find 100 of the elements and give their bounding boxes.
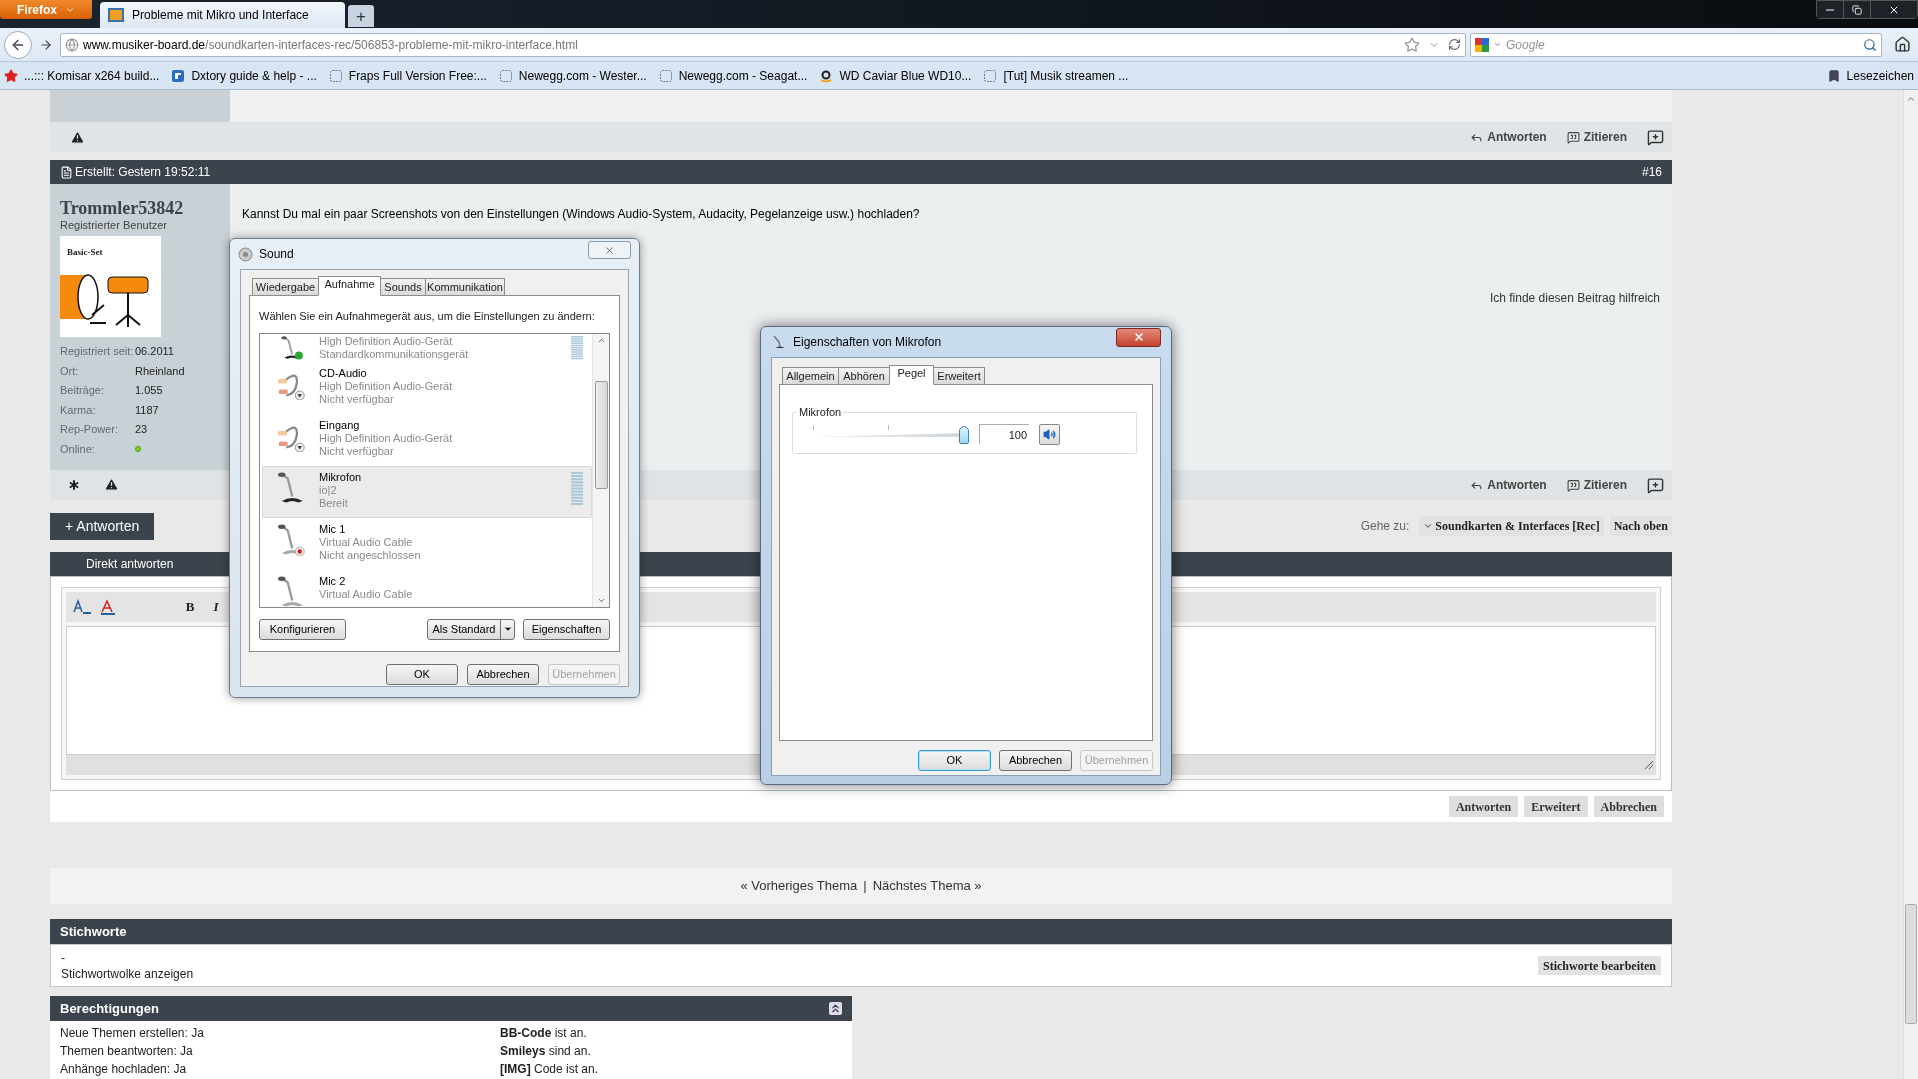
- reply-link[interactable]: Antworten: [1470, 476, 1547, 494]
- setting-text: [IMG] Code ist an.: [500, 1061, 600, 1078]
- scroll-up-icon[interactable]: [1906, 94, 1916, 104]
- restore-button[interactable]: [1844, 1, 1871, 18]
- dialog-tab[interactable]: Wiedergabe: [252, 278, 319, 296]
- device-item[interactable]: High Definition Audio-Gerät Standardkommunikationsgerät: [262, 333, 592, 362]
- configure-button[interactable]: Konfigurieren: [259, 618, 346, 640]
- bookmark-item[interactable]: Newegg.com - Seagat...: [658, 66, 808, 85]
- stat-label: Beiträge:: [60, 383, 106, 398]
- italic-button[interactable]: I: [206, 597, 226, 617]
- properties-button[interactable]: Eigenschaften: [523, 618, 610, 640]
- bookmarks-menu-button[interactable]: Lesezeichen: [1826, 66, 1914, 85]
- quote-link[interactable]: Zitieren: [1566, 476, 1627, 494]
- caret-icon[interactable]: [1493, 40, 1502, 49]
- reply-button[interactable]: + Antworten: [50, 512, 155, 540]
- bold-button[interactable]: B: [180, 597, 200, 617]
- bookmark-item[interactable]: Newegg.com - Wester...: [498, 66, 647, 85]
- volume-slider-thumb[interactable]: [959, 426, 969, 444]
- scrollbar-thumb[interactable]: [1905, 904, 1917, 1024]
- advanced-button[interactable]: Erweitert: [1524, 796, 1588, 817]
- set-default-button[interactable]: Als Standard: [427, 618, 515, 640]
- bookmark-item[interactable]: [Tut] Musik streamen ...: [983, 66, 1129, 85]
- new-tab-button[interactable]: +: [348, 5, 374, 27]
- square-icon: [171, 68, 186, 83]
- device-item[interactable]: Mic 2 Virtual Audio Cable: [262, 569, 592, 607]
- cancel-button[interactable]: Abbrechen: [1593, 796, 1664, 817]
- search-engine-icon[interactable]: [1475, 37, 1489, 52]
- dialog-title: Sound: [259, 246, 294, 263]
- stat-label: Registriert seit:: [60, 344, 135, 359]
- close-button[interactable]: [1116, 327, 1161, 347]
- page-icon: [658, 68, 673, 83]
- submit-reply-button[interactable]: Antworten: [1448, 796, 1519, 817]
- quote-link[interactable]: Zitieren: [1566, 128, 1627, 146]
- helpful-link[interactable]: Ich finde diesen Beitrag hilfreich: [1489, 289, 1660, 307]
- font-color-icon[interactable]: [98, 598, 118, 616]
- multiquote-icon[interactable]: [1647, 476, 1664, 494]
- device-status: Bereit: [319, 496, 349, 510]
- dialog-tab[interactable]: Allgemein: [782, 367, 839, 385]
- forum-dropdown[interactable]: Soundkarten & Interfaces [Rec]: [1419, 516, 1604, 536]
- device-driver: High Definition Audio-Gerät: [319, 379, 453, 393]
- minimize-button[interactable]: [1817, 1, 1844, 18]
- microphone-icon: [278, 334, 304, 360]
- cancel-button[interactable]: Abbrechen: [467, 664, 539, 685]
- close-icon: [1132, 331, 1145, 343]
- instruction-text: Wählen Sie ein Aufnahmegerät aus, um die Einstellungen zu ändern:: [259, 309, 596, 324]
- address-field[interactable]: www.musiker-board.de/soundkarten-interfaces-rec/506853-probleme-mit-mikro-interface.html: [60, 32, 1466, 57]
- back-button[interactable]: [4, 30, 32, 59]
- ok-button[interactable]: OK: [918, 750, 991, 771]
- globe-icon[interactable]: [65, 37, 79, 52]
- home-icon[interactable]: [1894, 36, 1911, 53]
- site-icon: [108, 8, 124, 22]
- stat-label: Rep-Power:: [60, 422, 120, 437]
- device-item[interactable]: CD-Audio High Definition Audio-Gerät Nicht verfügbar: [262, 361, 592, 414]
- previous-thread-link[interactable]: « Vorheriges Thema: [740, 876, 858, 896]
- author-name[interactable]: Trommler53842: [60, 198, 220, 218]
- dialog-tab[interactable]: Pegel: [889, 365, 934, 385]
- top-link[interactable]: Nach oben: [1609, 516, 1672, 536]
- dialog-tab[interactable]: Kommunikation: [425, 278, 505, 296]
- collapse-icon[interactable]: [829, 1002, 842, 1015]
- bookmark-star-icon[interactable]: [1404, 36, 1420, 53]
- browser-tab[interactable]: Probleme mit Mikro und Interface: [100, 2, 345, 28]
- report-icon[interactable]: [70, 129, 85, 145]
- ok-button[interactable]: OK: [386, 664, 458, 685]
- dialog-tab[interactable]: Abhören: [838, 367, 890, 385]
- report-icon[interactable]: [104, 477, 119, 492]
- quote-icon: [1566, 130, 1580, 144]
- stat-value: 06.2011: [135, 344, 175, 359]
- reload-icon[interactable]: [1448, 38, 1461, 51]
- bookmark-item[interactable]: Fraps Full Version Free:...: [328, 66, 487, 85]
- bookmark-item[interactable]: ...::: Komisar x264 build...: [4, 66, 160, 85]
- device-name: Mikrofon: [319, 470, 362, 484]
- bookmark-item[interactable]: WD Caviar Blue WD10...: [819, 66, 972, 85]
- reply-link[interactable]: Antworten: [1470, 128, 1547, 146]
- search-icon[interactable]: [1863, 37, 1877, 52]
- search-field[interactable]: Google: [1470, 32, 1882, 57]
- font-icon[interactable]: [72, 598, 92, 616]
- cancel-button[interactable]: Abbrechen: [999, 750, 1072, 771]
- device-item[interactable]: Mikrofon io|2 Bereit: [262, 465, 592, 518]
- dialog-tab[interactable]: Erweitert: [933, 367, 985, 385]
- search-input[interactable]: Google: [1506, 35, 1859, 54]
- device-name: CD-Audio: [319, 366, 368, 380]
- dialog-title: Eigenschaften von Mikrofon: [793, 334, 942, 351]
- scrollbar-thumb[interactable]: [594, 381, 608, 489]
- device-status: Standardkommunikationsgerät: [319, 347, 469, 361]
- setting-text: Smileys sind an.: [500, 1043, 592, 1060]
- dialog-tab[interactable]: Sounds: [380, 278, 426, 296]
- tag-cloud-link[interactable]: Stichwortwolke anzeigen: [61, 965, 194, 982]
- device-item[interactable]: Eingang High Definition Audio-Gerät Nicht verfügbar: [262, 413, 592, 466]
- next-thread-link[interactable]: Nächstes Thema »: [872, 876, 982, 896]
- volume-value-field[interactable]: 100: [979, 424, 1029, 444]
- dialog-tab[interactable]: Aufnahme: [318, 276, 381, 296]
- bookmark-item[interactable]: Dxtory guide & help - ...: [171, 66, 317, 85]
- post-number[interactable]: #16: [1641, 163, 1662, 181]
- setting-text: BB-Code ist an.: [500, 1025, 588, 1042]
- edit-tags-button[interactable]: Stichworte bearbeiten: [1538, 956, 1661, 975]
- device-item[interactable]: Mic 1 Virtual Audio Cable Nicht angeschlossen: [262, 517, 592, 570]
- speaker-button[interactable]: [1039, 423, 1060, 445]
- resize-handle-icon[interactable]: [1644, 760, 1654, 770]
- permissions-title: Berechtigungen: [60, 999, 159, 1018]
- multiquote-icon[interactable]: [1647, 128, 1664, 146]
